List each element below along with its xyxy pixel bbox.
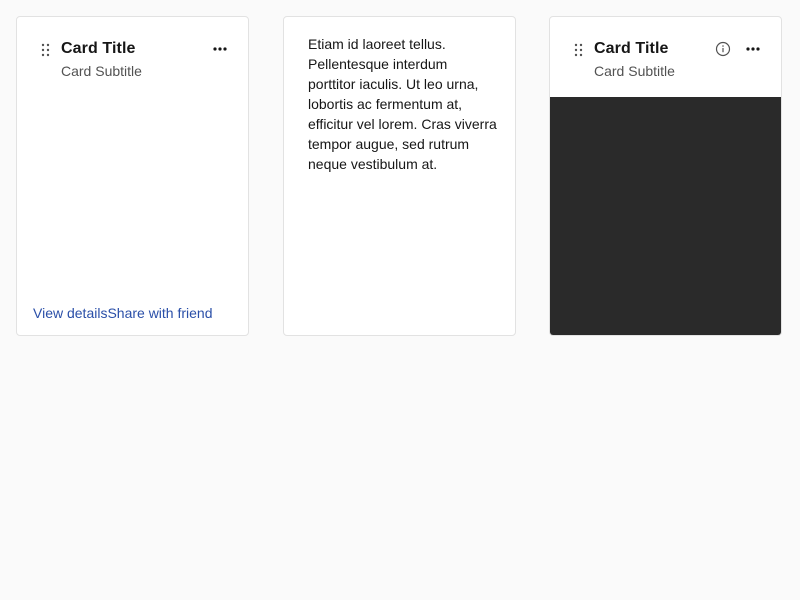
- card-media-image: [550, 97, 781, 335]
- card-body-text: Etiam id laoreet tellus. Pellentesque in…: [308, 36, 497, 172]
- card-header: Card Title Card Subtitle: [550, 17, 781, 97]
- info-icon[interactable]: [715, 41, 731, 57]
- text-card: Etiam id laoreet tellus. Pellentesque in…: [283, 16, 516, 336]
- card-title: Card Title: [594, 40, 669, 57]
- card-title: Card Title: [61, 40, 136, 57]
- overflow-menu-icon[interactable]: [210, 41, 230, 57]
- view-details-link[interactable]: View details: [33, 305, 107, 321]
- card-actions: View details Share with friend: [33, 305, 213, 321]
- drag-handle-icon[interactable]: [41, 43, 51, 57]
- card-with-media: Card Title Card Subtitle: [549, 16, 782, 336]
- overflow-menu-icon[interactable]: [743, 41, 763, 57]
- drag-handle-icon[interactable]: [574, 43, 584, 57]
- card-subtitle: Card Subtitle: [594, 63, 675, 79]
- card-subtitle: Card Subtitle: [61, 63, 142, 79]
- card-with-actions: Card Title Card Subtitle View details Sh…: [16, 16, 249, 336]
- card-header: Card Title Card Subtitle: [17, 17, 248, 97]
- card-gallery: Card Title Card Subtitle View details Sh…: [0, 0, 800, 600]
- share-with-friend-link[interactable]: Share with friend: [107, 305, 212, 321]
